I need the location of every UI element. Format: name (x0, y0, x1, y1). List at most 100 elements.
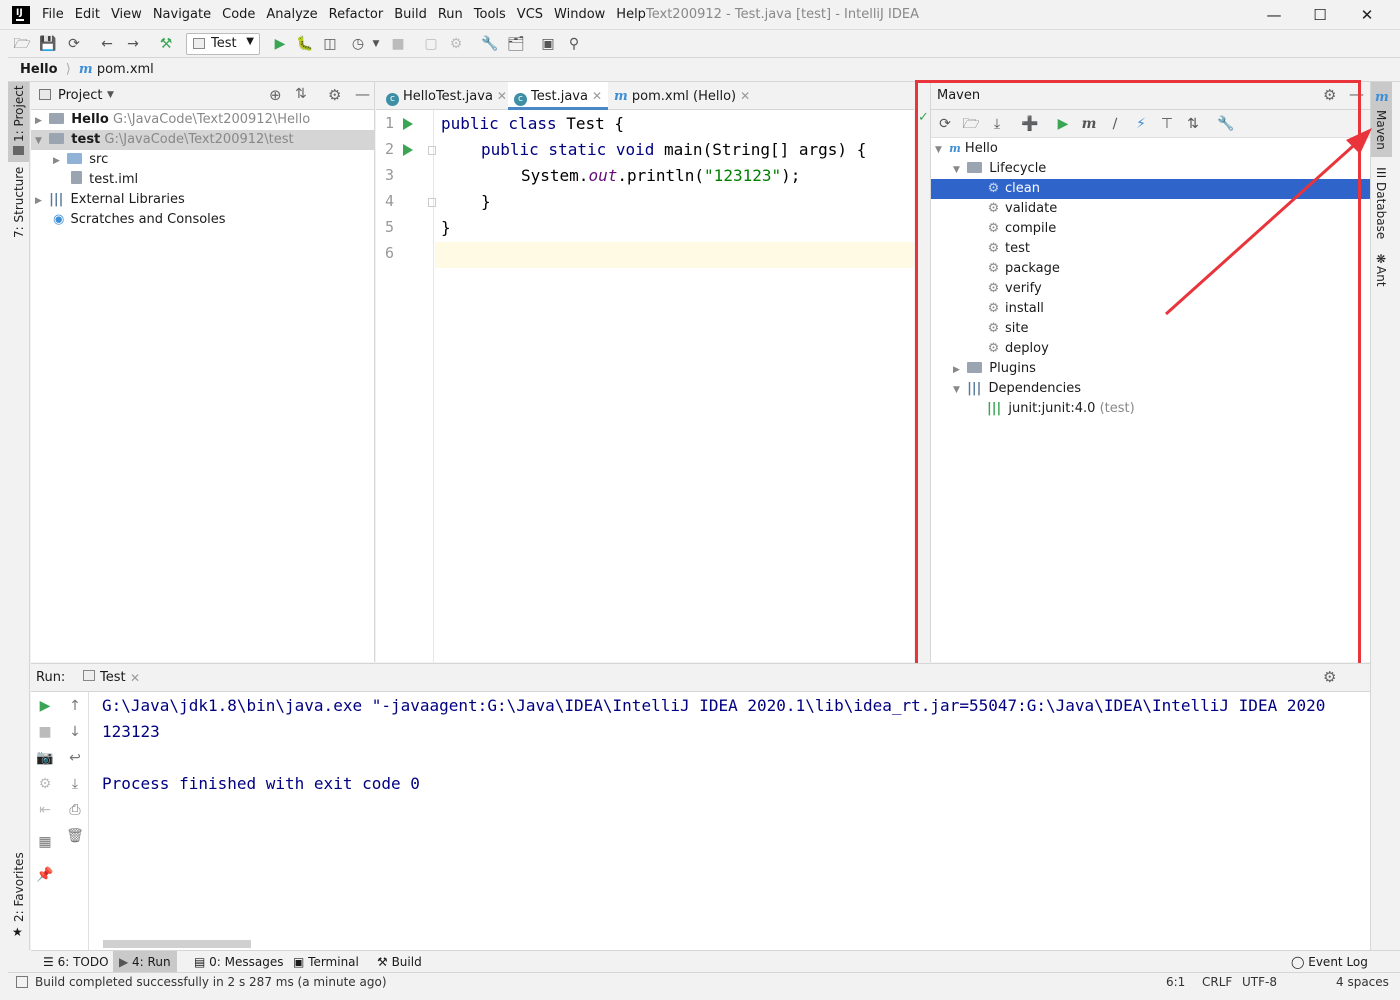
forward-icon[interactable]: → (123, 34, 143, 54)
tree-item-external-libraries[interactable]: ▶ ||| External Libraries (31, 190, 185, 210)
tab-pom[interactable]: m pom.xml (Hello) ✕ (608, 82, 756, 110)
update-icon[interactable]: ⚙ (446, 34, 466, 54)
project-panel-title[interactable]: Project (58, 88, 102, 103)
favorites-stripe-button[interactable]: 2: Favorites ★ (8, 852, 29, 939)
tab-test[interactable]: c Test.java ✕ (508, 82, 609, 110)
menu-run[interactable]: Run (438, 7, 463, 22)
up-arrow-icon[interactable]: ↑ (65, 696, 85, 716)
profile-icon[interactable]: ◷ (348, 34, 368, 54)
breadcrumb-project[interactable]: Hello (20, 62, 58, 77)
close-tab-icon[interactable]: ✕ (130, 671, 140, 685)
breadcrumb-file[interactable]: pom.xml (97, 62, 154, 77)
menu-vcs[interactable]: VCS (517, 7, 543, 22)
build-hammer-icon[interactable]: ⚒ (156, 34, 176, 54)
code-line-2[interactable]: public static void main(String[] args) { (481, 140, 866, 159)
menu-code[interactable]: Code (222, 7, 255, 22)
fold-icon[interactable] (428, 146, 436, 155)
tab-messages[interactable]: ▤ 0: Messages (188, 951, 290, 973)
status-window-icon[interactable] (16, 976, 28, 988)
menu-window[interactable]: Window (554, 7, 605, 22)
coverage-icon[interactable]: ◫ (320, 34, 340, 54)
close-tab-icon[interactable]: ✕ (592, 89, 602, 103)
save-icon[interactable]: 💾 (38, 34, 58, 54)
soft-wrap-icon[interactable]: ↩ (65, 748, 85, 768)
code-line-5[interactable]: } (441, 218, 451, 237)
back-icon[interactable]: ← (97, 34, 117, 54)
line-separator[interactable]: CRLF (1202, 975, 1232, 989)
tree-item-hello[interactable]: ▶ Hello G:\JavaCode\Text200912\Hello (31, 110, 375, 130)
tab-todo[interactable]: ☰ 6: TODO (37, 951, 115, 973)
menu-build[interactable]: Build (394, 7, 427, 22)
sync-icon[interactable]: ⟳ (64, 34, 84, 54)
attach-icon[interactable]: ▢ (421, 34, 441, 54)
run-icon[interactable]: ▶ (270, 34, 290, 54)
settings-wrench-icon[interactable]: 🔧 (480, 34, 500, 54)
collapse-arrow-icon[interactable]: ▼ (35, 131, 45, 151)
gear-icon[interactable]: ⚙ (328, 86, 341, 104)
horizontal-scrollbar[interactable] (103, 940, 251, 948)
minimize-button[interactable]: — (1262, 4, 1286, 26)
close-tab-icon[interactable]: ✕ (740, 89, 750, 103)
stop-icon[interactable]: ■ (35, 722, 55, 742)
code-line-3[interactable]: System.out.println("123123"); (521, 166, 800, 185)
tab-hellotest[interactable]: c HelloTest.java ✕ (380, 82, 513, 110)
debug-icon[interactable]: 🐛 (295, 34, 315, 54)
print-icon[interactable]: ⎙ (65, 800, 85, 820)
code-line-1[interactable]: public class Test { (441, 114, 624, 133)
tab-build[interactable]: ⚒ Build (371, 951, 428, 973)
pin-icon[interactable]: 📌 (35, 865, 55, 885)
expand-arrow-icon[interactable]: ▶ (53, 151, 63, 171)
menu-edit[interactable]: Edit (75, 7, 100, 22)
run-gutter-icon[interactable] (403, 144, 413, 156)
gear-icon[interactable]: ⚙ (1323, 668, 1336, 686)
collapse-all-icon[interactable]: ⇅ (295, 86, 307, 102)
open-folder-icon[interactable]: 🗁 (12, 34, 32, 54)
run-gutter-icon[interactable] (403, 118, 413, 130)
project-structure-icon[interactable]: 🗂 (506, 34, 526, 54)
maximize-button[interactable]: ☐ (1308, 4, 1332, 26)
search-icon[interactable]: ⚲ (564, 34, 584, 54)
caret-position[interactable]: 6:1 (1166, 975, 1185, 989)
tree-item-iml[interactable]: test.iml (31, 170, 138, 190)
run-configuration-select[interactable]: Test ▼ (186, 33, 260, 55)
locate-icon[interactable]: ⊕ (269, 86, 282, 104)
console-output[interactable]: G:\Java\jdk1.8\bin\java.exe "-javaagent:… (101, 692, 1370, 951)
structure-stripe-button[interactable]: 7: Structure (8, 167, 29, 254)
rerun-icon[interactable]: ▶ (35, 696, 55, 716)
tree-item-test[interactable]: ▼ test G:\JavaCode\Text200912\test (31, 130, 375, 150)
indent-setting[interactable]: 4 spaces (1336, 975, 1389, 989)
fold-icon[interactable] (428, 198, 436, 207)
file-encoding[interactable]: UTF-8 (1242, 975, 1277, 989)
layout-icon[interactable]: ▦ (35, 832, 55, 852)
menu-help[interactable]: Help (616, 7, 646, 22)
menu-view[interactable]: View (111, 7, 142, 22)
expand-arrow-icon[interactable]: ▶ (35, 191, 45, 211)
menu-tools[interactable]: Tools (474, 7, 506, 22)
menu-refactor[interactable]: Refactor (329, 7, 384, 22)
tab-event-log[interactable]: ◯ Event Log (1285, 951, 1374, 973)
menu-analyze[interactable]: Analyze (266, 7, 317, 22)
expand-arrow-icon[interactable]: ▶ (35, 111, 45, 131)
menu-navigate[interactable]: Navigate (153, 7, 211, 22)
terminal-window-icon[interactable]: ▣ (538, 34, 558, 54)
stop-icon[interactable]: ■ (388, 34, 408, 54)
chevron-down-icon[interactable]: ▼ (107, 90, 114, 100)
menu-file[interactable]: File (42, 7, 64, 22)
tree-item-src[interactable]: ▶ src (31, 150, 108, 170)
code-line-4[interactable]: } (481, 192, 491, 211)
close-button[interactable]: ✕ (1355, 4, 1379, 26)
scroll-to-end-icon[interactable]: ⤓ (65, 774, 85, 794)
trash-icon[interactable]: 🗑 (65, 826, 85, 846)
debug-icon[interactable]: ⚙ (35, 774, 55, 794)
exit-icon[interactable]: ⇤ (35, 800, 55, 820)
tab-terminal[interactable]: ▣ Terminal (287, 951, 365, 973)
hide-panel-icon[interactable]: — (355, 85, 370, 103)
module-folder-icon (49, 133, 65, 144)
run-tab-label[interactable]: Test (100, 670, 126, 685)
close-tab-icon[interactable]: ✕ (497, 89, 507, 103)
profile-dropdown-icon[interactable]: ▼ (366, 34, 386, 54)
tree-item-scratches[interactable]: ◉ Scratches and Consoles (31, 210, 226, 230)
tab-run[interactable]: ▶ 4: Run (113, 951, 177, 973)
down-arrow-icon[interactable]: ↓ (65, 722, 85, 742)
camera-icon[interactable]: 📷 (35, 748, 55, 768)
